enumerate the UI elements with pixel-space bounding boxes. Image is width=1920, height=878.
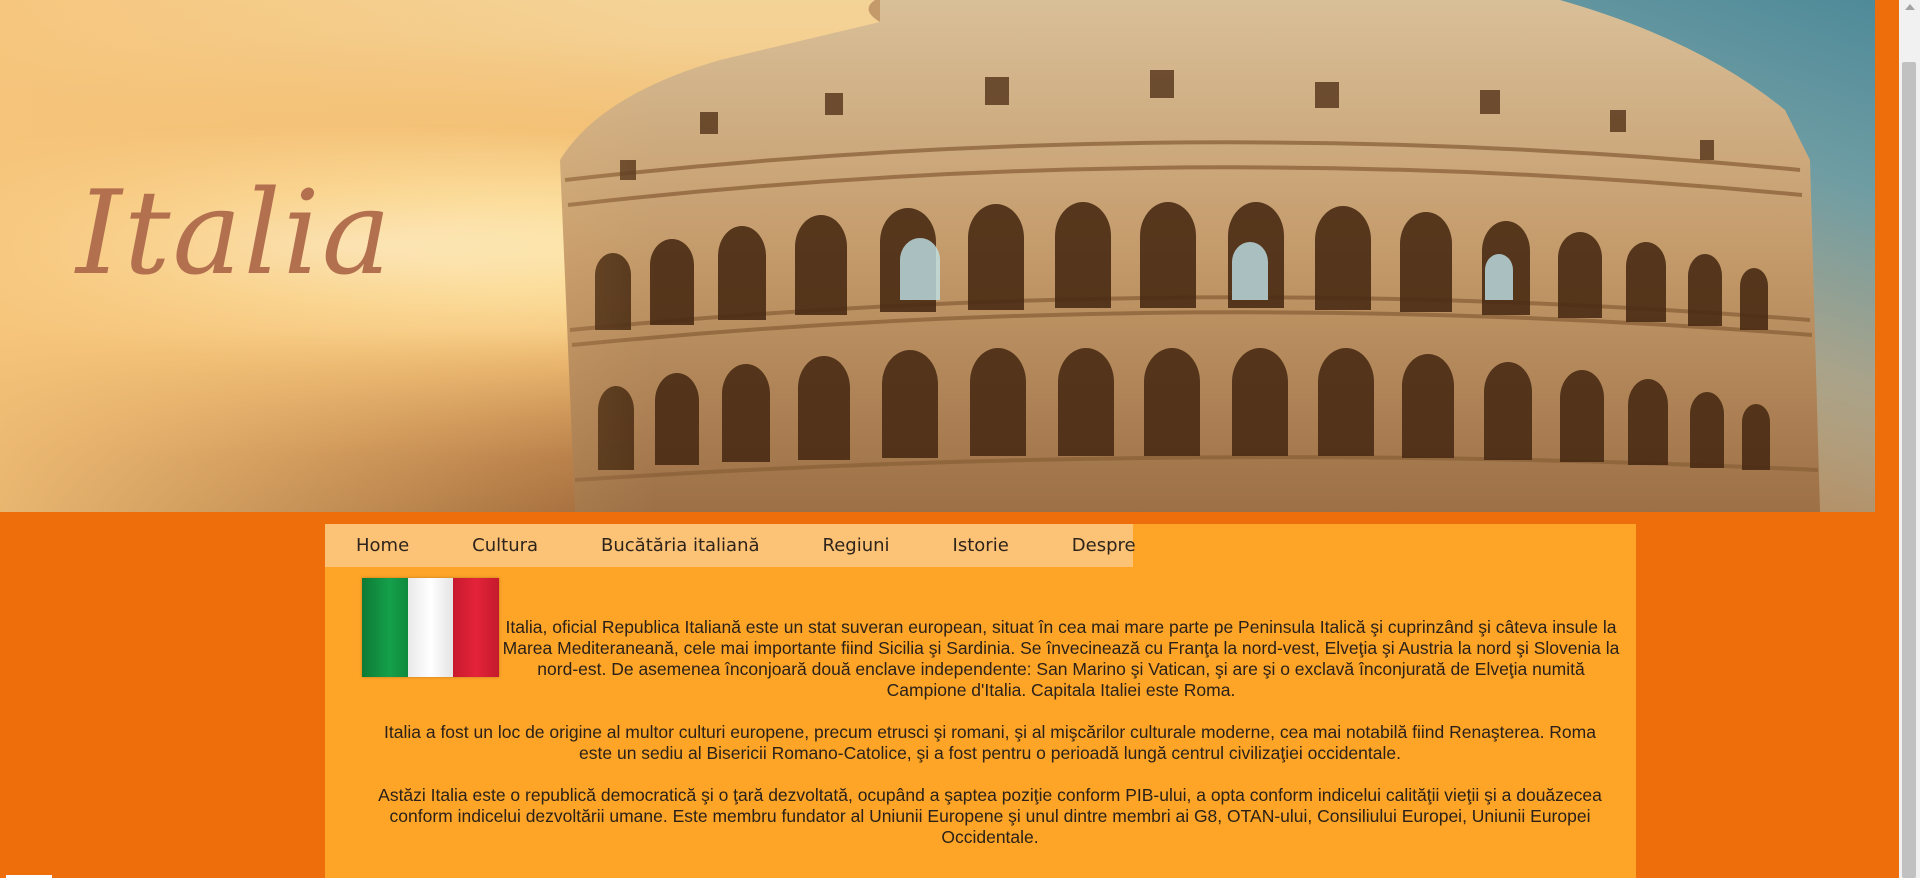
flag-green-stripe [362,578,408,677]
nav-item-cultura[interactable]: Cultura [472,535,538,556]
nav-item-istorie[interactable]: Istorie [953,535,1009,556]
flag-red-stripe [453,578,500,677]
today-paragraph: Astăzi Italia este o republică democrati… [378,785,1602,847]
nav-item-despre[interactable]: Despre [1072,535,1136,556]
scroll-up-arrow-icon[interactable] [1905,4,1915,10]
flag-white-stripe [407,578,454,677]
nav-item-regiuni[interactable]: Regiuni [823,535,890,556]
nav-item-home[interactable]: Home [356,535,409,556]
intro-paragraph: Italia, oficial Republica Italiană este … [502,617,1620,700]
nav-item-bucataria[interactable]: Bucătăria italiană [601,535,759,556]
main-content: Home Cultura Bucătăria italiană Regiuni … [325,524,1636,878]
history-paragraph: Italia a fost un loc de origine al multo… [384,722,1596,763]
scrollbar-thumb[interactable] [1902,62,1916,878]
page-title: Italia [76,166,393,301]
header-banner: Italia [0,0,1875,512]
italy-flag-icon [362,578,500,677]
main-nav: Home Cultura Bucătăria italiană Regiuni … [325,524,1136,567]
